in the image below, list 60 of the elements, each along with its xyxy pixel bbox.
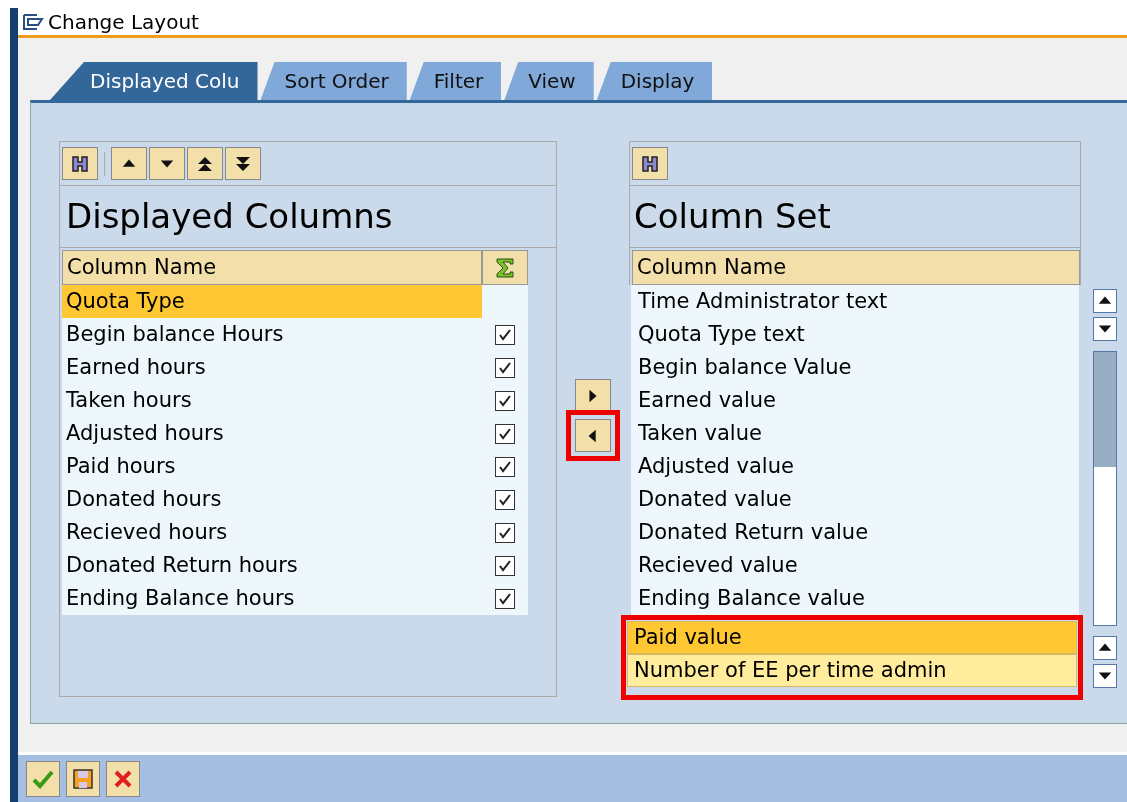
list-row[interactable]: Quota Type <box>62 285 482 318</box>
confirm-button[interactable] <box>26 760 60 797</box>
list-row[interactable]: Time Administrator text <box>631 285 1079 318</box>
list-row[interactable]: Quota Type text <box>631 318 1079 351</box>
group-title: Column Set <box>634 195 831 238</box>
double-down-arrow-icon <box>234 154 252 173</box>
list-row[interactable]: Ending Balance hours <box>62 582 482 615</box>
save-icon <box>72 767 94 790</box>
tab[interactable]: View <box>504 62 594 100</box>
move-up-button[interactable] <box>111 147 147 180</box>
tab[interactable]: Sort Order <box>260 62 407 100</box>
checkbox[interactable] <box>495 423 515 444</box>
scroll-thumb[interactable] <box>1094 352 1116 467</box>
list-row[interactable]: Begin balance Value <box>631 351 1079 384</box>
column-header: Column Name <box>632 250 1080 285</box>
list-row[interactable]: Donated Return hours <box>62 549 482 582</box>
list-row[interactable]: Paid hours <box>62 450 482 483</box>
list-row[interactable]: Begin balance Hours <box>62 318 482 351</box>
window-title: Change Layout <box>48 8 199 36</box>
cancel-button[interactable] <box>106 760 140 797</box>
tab[interactable]: Displayed Colu <box>50 62 258 100</box>
group-title: Displayed Columns <box>66 195 393 238</box>
checkbox[interactable] <box>495 390 515 411</box>
list-row[interactable]: Donated Return value <box>631 516 1079 549</box>
double-up-arrow-icon <box>196 154 214 173</box>
checkbox[interactable] <box>495 555 515 576</box>
move-bottom-button[interactable] <box>225 147 261 180</box>
list-row[interactable]: Earned hours <box>62 351 482 384</box>
list-row[interactable]: Donated hours <box>62 483 482 516</box>
add-column-button[interactable] <box>575 379 611 412</box>
remove-column-button[interactable] <box>575 419 611 452</box>
list-row[interactable]: Taken value <box>631 417 1079 450</box>
binoculars-icon <box>641 154 659 173</box>
window-icon <box>22 12 44 31</box>
sigma-icon <box>494 256 516 279</box>
list-row[interactable]: Number of EE per time admin <box>627 654 1077 687</box>
checkbox[interactable] <box>495 324 515 345</box>
save-button[interactable] <box>66 760 100 797</box>
list-row[interactable]: Ending Balance value <box>631 582 1079 615</box>
list-row[interactable]: Recieved hours <box>62 516 482 549</box>
list-row[interactable]: Earned value <box>631 384 1079 417</box>
list-row[interactable]: Taken hours <box>62 384 482 417</box>
column-header: Column Name <box>62 250 482 285</box>
tab[interactable]: Filter <box>409 62 502 100</box>
list-row[interactable]: Adjusted hours <box>62 417 482 450</box>
move-top-button[interactable] <box>187 147 223 180</box>
checkbox[interactable] <box>495 456 515 477</box>
list-row[interactable]: Donated value <box>631 483 1079 516</box>
find-button[interactable] <box>632 147 668 180</box>
move-down-button[interactable] <box>149 147 185 180</box>
find-button[interactable] <box>62 147 98 180</box>
list-row[interactable]: Recieved value <box>631 549 1079 582</box>
tab[interactable]: Display <box>596 62 713 100</box>
list-row[interactable]: Paid value <box>627 621 1077 654</box>
list-row[interactable]: Adjusted value <box>631 450 1079 483</box>
checkbox[interactable] <box>495 522 515 543</box>
checkbox[interactable] <box>495 588 515 609</box>
checkbox[interactable] <box>495 489 515 510</box>
binoculars-icon <box>71 154 89 173</box>
checkbox[interactable] <box>495 357 515 378</box>
